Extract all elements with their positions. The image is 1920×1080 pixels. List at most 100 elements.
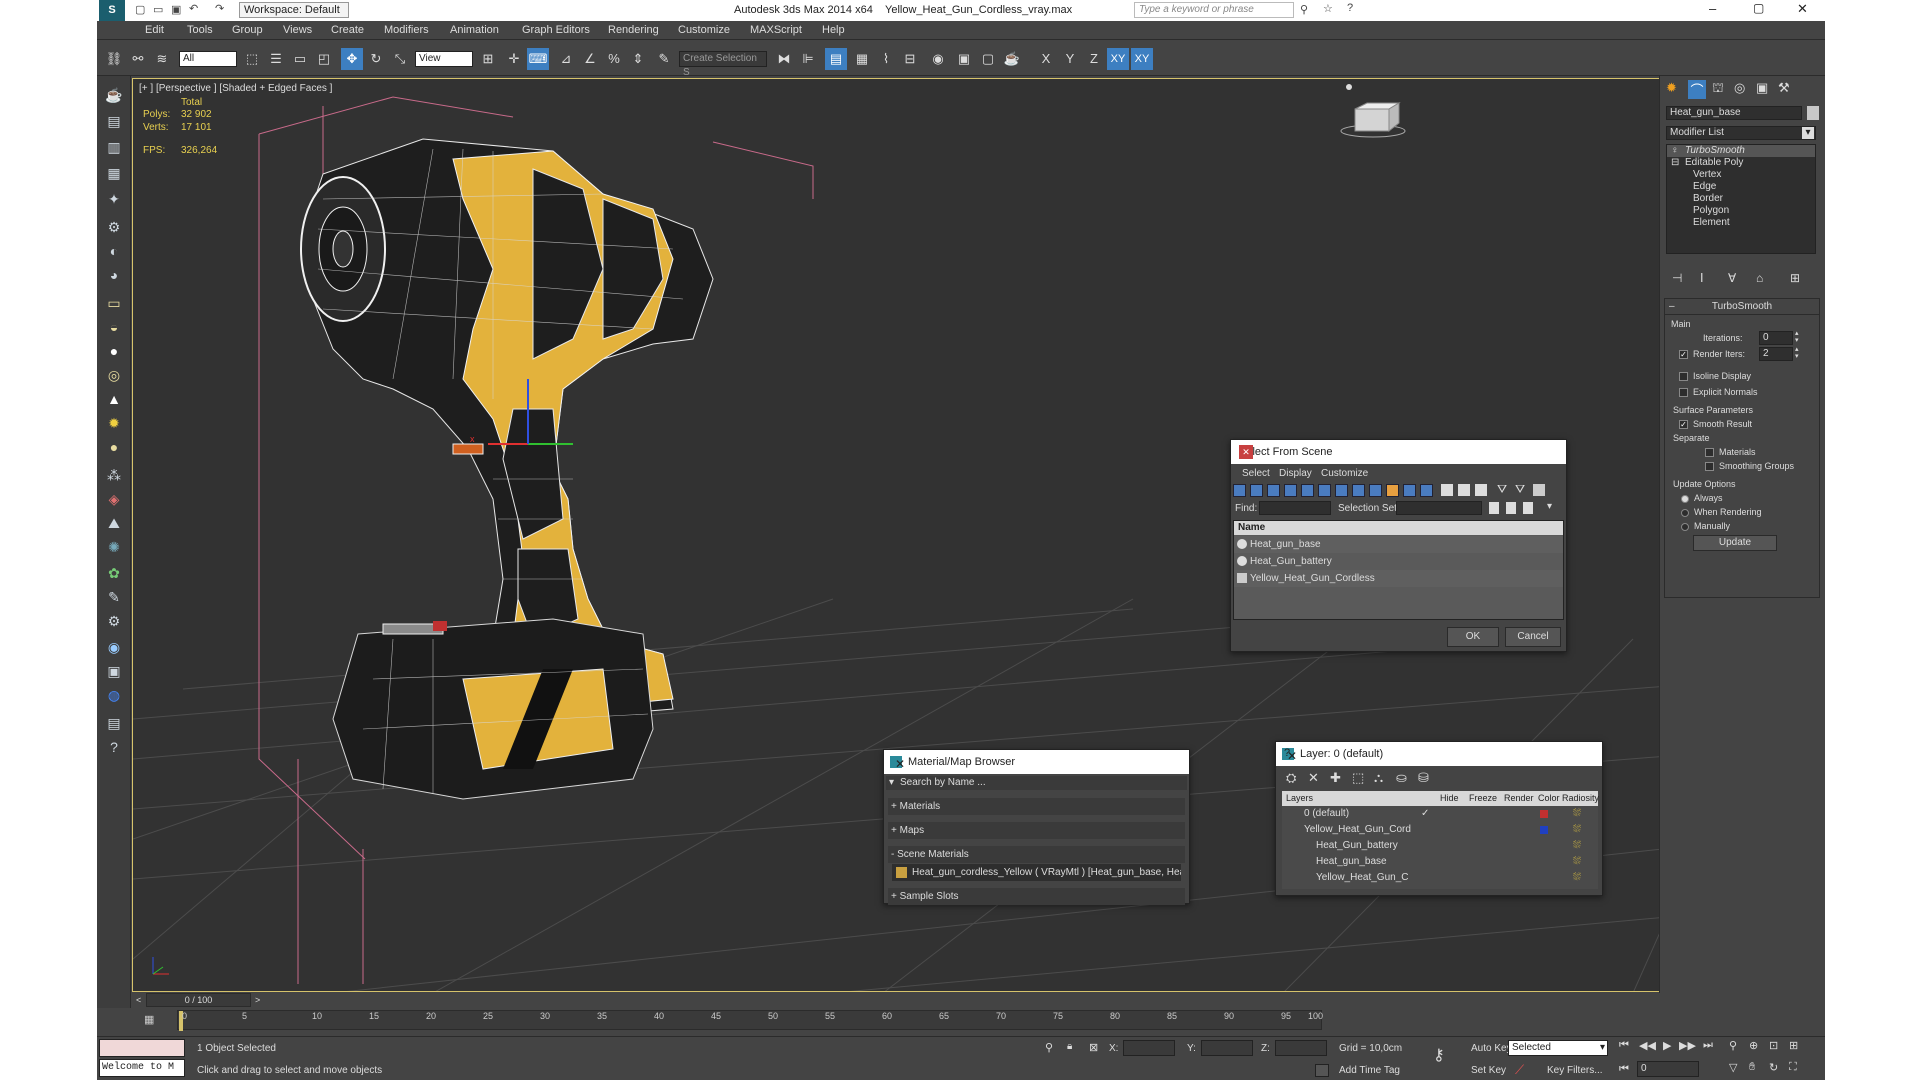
orbit-icon[interactable]: ↻ [1769,1061,1778,1074]
spinner-arrows-icon[interactable]: ▴ ▾ [1795,346,1799,360]
explicit-normals-toggle[interactable]: Explicit Normals [1679,387,1758,398]
layer-manager-icon[interactable]: ▤ [825,48,847,70]
select-object-icon[interactable]: ⬚ [241,48,263,70]
layer-row[interactable]: Yellow_Heat_Gun_C ⛆ [1282,870,1598,886]
axis-z-icon[interactable]: Z [1083,48,1105,70]
undo-icon[interactable]: ↶ [189,2,198,15]
menu-views[interactable]: Views [283,24,312,36]
stack-item-element[interactable]: Element [1667,217,1815,229]
ok-button[interactable]: OK [1447,627,1499,647]
col-freeze[interactable]: Freeze [1469,793,1497,803]
layer-help-icon[interactable]: ? [1284,747,1562,759]
sel-set-icon-1[interactable] [1489,502,1499,514]
make-unique-icon[interactable]: ∀ [1728,271,1736,285]
zoom-icon[interactable]: ⚲ [1729,1039,1737,1052]
spinner-arrows-icon[interactable]: ▴ ▾ [1795,330,1799,344]
radiosity-icon[interactable]: ⛆ [1573,822,1581,838]
move-icon[interactable]: ✥ [341,48,363,70]
layer-row[interactable]: 0 (default) ✓ ⛆ [1282,806,1598,822]
layer-dialog-titlebar[interactable]: Layer: 0 (default) ? ✕ [1276,742,1602,766]
scene-list-item[interactable]: Heat_gun_base [1234,536,1563,553]
track-bar[interactable]: 0 5 10 15 20 25 30 35 40 45 50 55 60 65 … [177,1010,1323,1031]
render-icon[interactable]: ☕ [1001,48,1023,70]
axis-x-icon[interactable]: X [1035,48,1057,70]
plane-icon[interactable]: ◒ [103,316,125,338]
mirror-icon[interactable]: ⧓ [773,48,795,70]
smooth-result-toggle[interactable]: ✓ Smooth Result [1679,419,1752,430]
tool-19-icon[interactable]: ✿ [103,562,125,584]
filter-shapes-icon[interactable] [1250,484,1263,497]
rollout-header[interactable]: – TurboSmooth [1665,299,1819,315]
col-layers[interactable]: Layers [1286,793,1313,803]
col-render[interactable]: Render [1504,793,1534,803]
tool-1-icon[interactable]: ☕ [103,84,125,106]
stack-item-vertex[interactable]: Vertex [1667,169,1815,181]
menu-create[interactable]: Create [331,24,364,36]
zoom-extents-icon[interactable]: ⊡ [1769,1039,1778,1052]
maxscript-input[interactable]: Welcome to M [99,1059,185,1077]
box-icon[interactable]: ▭ [103,292,125,314]
layer-color-swatch[interactable] [1540,826,1548,834]
remove-modifier-icon[interactable]: ⌂ [1756,271,1763,285]
link-icon[interactable]: ⛓ [103,48,125,70]
viewcube[interactable] [1340,84,1406,138]
filter-hidden-icon[interactable] [1420,484,1433,497]
tool-25-icon[interactable]: ▤ [103,712,125,734]
tool-21-icon[interactable]: ⚙ [103,610,125,632]
layer-dialog-close-icon[interactable]: ✕ [1284,748,1300,764]
filter-funnel-icon[interactable]: ⛛ [1497,482,1507,497]
next-frame-icon[interactable]: > [255,995,260,1005]
tool-5-icon[interactable]: ✦ [103,188,125,210]
show-end-result-icon[interactable]: Ⅰ [1700,271,1704,285]
filter-groups-icon[interactable] [1335,484,1348,497]
workspace-dropdown[interactable]: Workspace: Default [239,2,349,18]
layer-row[interactable]: Yellow_Heat_Gun_Cord ⛆ [1282,822,1598,838]
filter-frozen-icon[interactable] [1403,484,1416,497]
display-tab-icon[interactable]: ▣ [1756,80,1768,96]
select-by-name-icon[interactable]: ☰ [265,48,287,70]
radiosity-icon[interactable]: ⛆ [1573,838,1581,854]
schematic-view-icon[interactable]: ⊟ [899,48,921,70]
stack-item-border[interactable]: Border [1667,193,1815,205]
search-dropdown-icon[interactable]: ▾ [889,776,894,790]
pivot-icon[interactable]: ⊞ [477,48,499,70]
set-key-button[interactable]: Set Key [1471,1065,1506,1076]
select-layer-icon[interactable]: ⬚ [1352,770,1364,786]
group-sample-slots[interactable]: + Sample Slots [888,888,1185,905]
x-coord-field[interactable] [1123,1040,1175,1056]
render-iters-spinner[interactable]: 2 [1759,347,1793,361]
tool-16-icon[interactable]: ◈ [103,488,125,510]
set-key-icon[interactable]: ⟋ [1515,1062,1524,1078]
select-none-icon[interactable] [1458,484,1470,496]
modifier-list-dropdown[interactable]: Modifier List ▾ [1666,126,1816,140]
key-mode-toggle-icon[interactable]: ⏮ [1619,1063,1629,1076]
key-filters-button[interactable]: Key Filters... [1547,1065,1603,1076]
maximize-viewport-icon[interactable]: ⛶ [1789,1061,1797,1074]
go-to-end-icon[interactable]: ⏭ [1703,1039,1713,1052]
tool-20-icon[interactable]: ✎ [103,586,125,608]
hide-all-icon[interactable]: ⛀ [1396,770,1407,786]
material-editor-icon[interactable]: ◉ [927,48,949,70]
delete-layer-icon[interactable]: ✕ [1308,770,1319,786]
tool-26-icon[interactable]: ? [103,736,125,758]
save-icon[interactable]: ▣ [171,3,181,16]
freeze-all-icon[interactable]: ⛁ [1418,770,1429,786]
tool-6-icon[interactable]: ⚙ [103,216,125,238]
radiosity-icon[interactable]: ⛆ [1573,854,1581,870]
select-menu-display[interactable]: Display [1279,468,1312,479]
tool-22-icon[interactable]: ◉ [103,636,125,658]
torus-icon[interactable]: ◎ [103,364,125,386]
render-iters-toggle[interactable]: ✓ Render Iters: [1679,349,1745,360]
y-coord-field[interactable] [1201,1040,1253,1056]
select-manipulate-icon[interactable]: ✛ [503,48,525,70]
layers-icon[interactable] [1533,484,1545,496]
unlink-icon[interactable]: ⚯ [127,48,149,70]
axis-y-icon[interactable]: Y [1059,48,1081,70]
select-menu-select[interactable]: Select [1242,468,1270,479]
align-icon[interactable]: ⊫ [797,48,819,70]
bind-spacewarp-icon[interactable]: ≋ [151,48,173,70]
filter-funnel-2-icon[interactable]: ⛛ [1515,482,1525,497]
stack-item-editable-poly[interactable]: ⊟ Editable Poly [1667,157,1815,169]
maximize-icon[interactable]: ▢ [1753,1,1764,15]
edit-named-sel-icon[interactable]: ✎ [653,48,675,70]
